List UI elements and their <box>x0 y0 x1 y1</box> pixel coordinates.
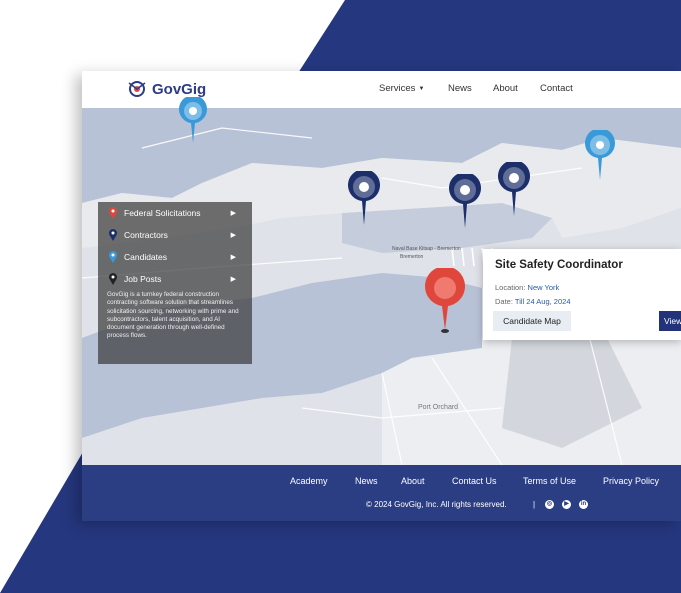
location-value: New York <box>527 283 560 292</box>
map-label-bremerton: Bremerton <box>400 254 424 260</box>
legend-item-federal-solicitations[interactable]: Federal Solicitations ▶ <box>108 204 242 222</box>
legend-item-candidates[interactable]: Candidates ▶ <box>108 248 242 266</box>
contractor-pin[interactable] <box>497 162 531 218</box>
chevron-right-icon: ▶ <box>230 232 236 239</box>
navy-pin-icon <box>109 229 117 241</box>
legend-item-contractors[interactable]: Contractors ▶ <box>108 226 242 244</box>
date-value: Till 24 Aug, 2024 <box>514 297 571 306</box>
black-pin-icon <box>109 273 117 285</box>
site-header: GovGig Services ▼ News About Contact <box>82 71 681 108</box>
instagram-icon[interactable]: ◎ <box>545 500 554 509</box>
legend-label: Federal Solicitations <box>124 208 201 218</box>
legend-label: Job Posts <box>124 274 162 284</box>
footer-link-academy[interactable]: Academy <box>290 476 328 486</box>
nav-contact[interactable]: Contact <box>540 83 573 94</box>
govgig-logo-icon <box>128 81 146 97</box>
map-label-naval-base: Naval Base Kitsap - Bremerton <box>392 246 461 252</box>
job-title: Site Safety Coordinator <box>495 259 623 271</box>
candidate-pin[interactable] <box>584 130 616 182</box>
contractor-pin[interactable] <box>448 174 482 230</box>
browser-frame: GovGig Services ▼ News About Contact Nav… <box>82 71 681 521</box>
nav-services-label: Services <box>379 83 416 94</box>
brand-name: GovGig <box>152 80 207 98</box>
footer-link-news[interactable]: News <box>355 476 378 486</box>
selected-job-pin[interactable] <box>424 268 466 334</box>
nav-about[interactable]: About <box>493 83 518 94</box>
legend-label: Contractors <box>124 230 168 240</box>
chevron-right-icon: ▶ <box>230 276 236 283</box>
legend-description: GovGig is a turnkey federal construction… <box>107 291 239 340</box>
site-footer: Academy News About Contact Us Terms of U… <box>82 465 681 521</box>
footer-link-contact-us[interactable]: Contact Us <box>452 476 497 486</box>
candidate-pin[interactable] <box>178 97 208 145</box>
linkedin-icon[interactable]: in <box>579 500 588 509</box>
job-date: Date: Till 24 Aug, 2024 <box>495 297 571 306</box>
job-location: Location: New York <box>495 283 559 292</box>
footer-link-about[interactable]: About <box>401 476 425 486</box>
legend-label: Candidates <box>124 252 168 262</box>
job-popup-card: Site Safety Coordinator Location: New Yo… <box>483 249 681 340</box>
contractor-pin[interactable] <box>347 171 381 227</box>
light-blue-pin-icon <box>109 251 117 263</box>
red-pin-icon <box>109 207 117 219</box>
legend-item-job-posts[interactable]: Job Posts ▶ <box>108 270 242 288</box>
date-label: Date: <box>495 297 513 306</box>
footer-link-privacy[interactable]: Privacy Policy <box>603 476 659 486</box>
logo[interactable]: GovGig <box>126 79 206 99</box>
chevron-right-icon: ▶ <box>230 210 236 217</box>
footer-separator: | <box>533 500 536 509</box>
chevron-right-icon: ▶ <box>230 254 236 261</box>
nav-news[interactable]: News <box>448 83 472 94</box>
view-button[interactable]: View <box>659 311 681 331</box>
candidate-map-button[interactable]: Candidate Map <box>493 311 571 331</box>
footer-link-terms[interactable]: Terms of Use <box>523 476 576 486</box>
caret-down-icon: ▼ <box>418 86 425 92</box>
location-label: Location: <box>495 283 526 292</box>
map-legend-panel: Federal Solicitations ▶ Contractors ▶ Ca… <box>98 202 252 364</box>
copyright-text: © 2024 GovGig, Inc. All rights reserved. <box>366 500 507 509</box>
youtube-icon[interactable]: ▶ <box>562 500 571 509</box>
nav-services[interactable]: Services ▼ <box>379 83 424 94</box>
map-label-port-orchard: Port Orchard <box>418 404 458 411</box>
